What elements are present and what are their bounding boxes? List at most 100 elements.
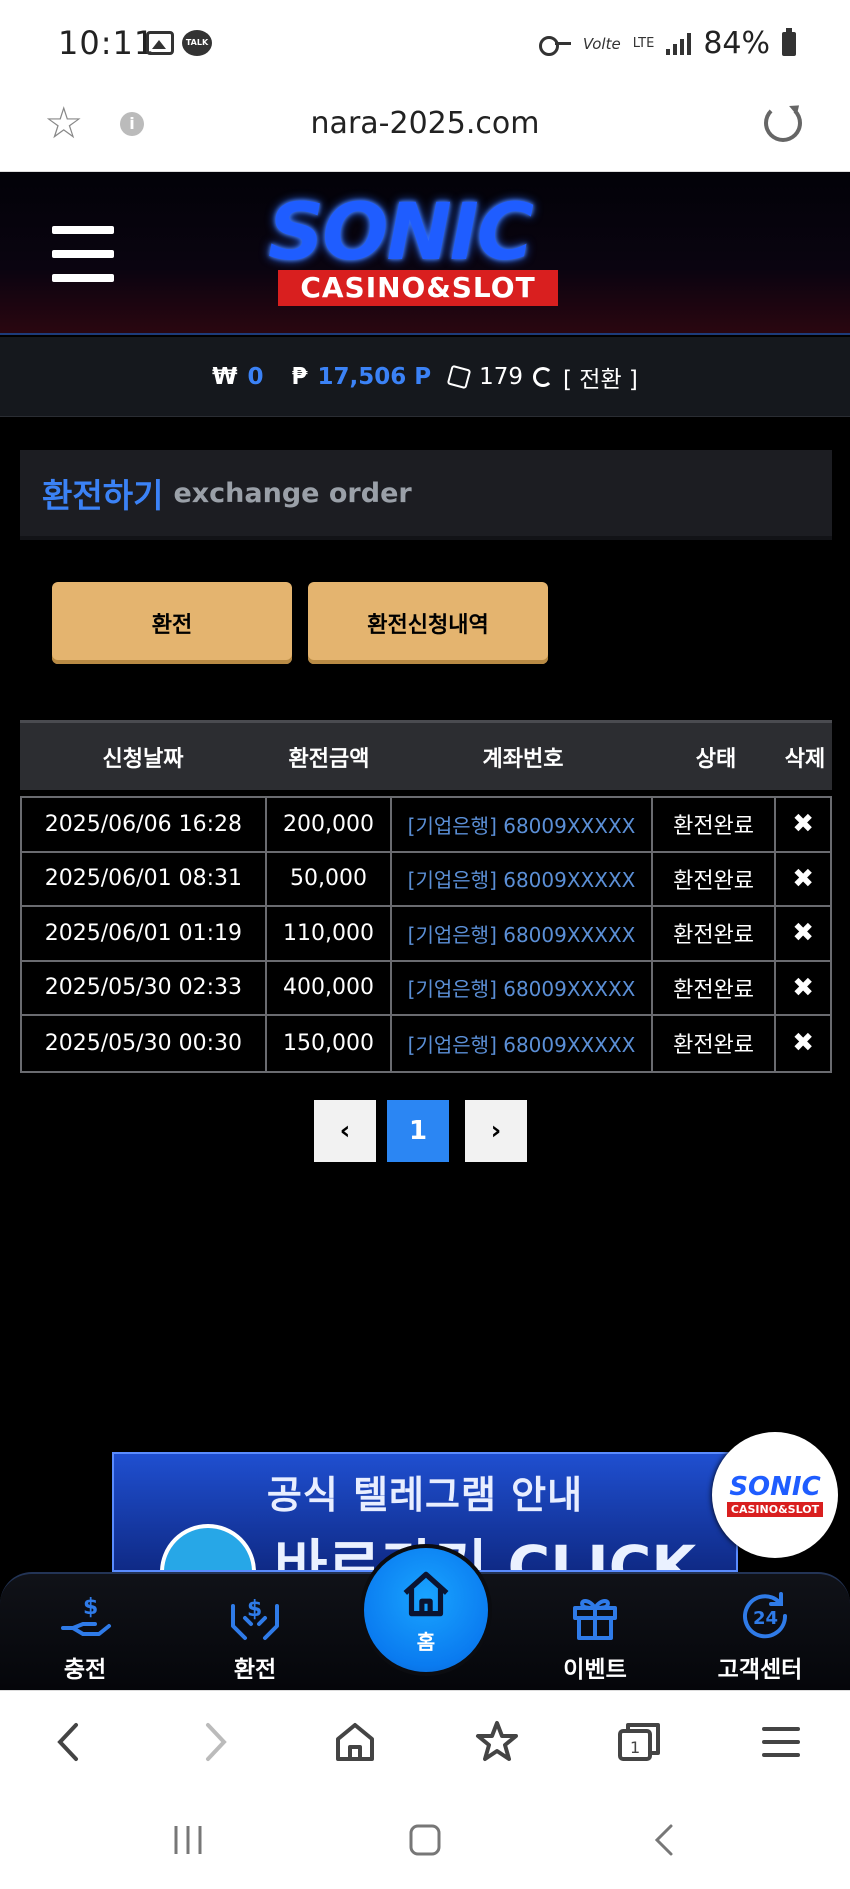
cell-account: [기업은행] 68009XXXXX: [392, 907, 653, 960]
android-nav-bar: [0, 1790, 850, 1889]
table-row: 2025/06/01 08:31 50,000 [기업은행] 68009XXXX…: [22, 852, 830, 907]
status-time: 10:11: [58, 24, 156, 62]
table-header: 신청날짜 환전금액 계좌번호 상태 삭제: [20, 720, 832, 790]
browser-bookmarks-icon[interactable]: [470, 1715, 524, 1769]
nav-deposit[interactable]: $ 충전: [30, 1588, 140, 1684]
section-title-en: exchange order: [173, 477, 412, 509]
convert-button[interactable]: [ 전환 ]: [563, 360, 638, 394]
cell-status: 환전완료: [653, 852, 777, 905]
exchange-button[interactable]: 환전: [52, 582, 292, 664]
won-symbol: ₩: [212, 363, 238, 390]
browser-toolbar: 1: [0, 1690, 850, 1790]
telegram-icon: [160, 1524, 256, 1570]
header-status: 상태: [695, 746, 737, 772]
telegram-banner-title: 공식 텔레그램 안내: [266, 1473, 584, 1517]
pagination-current-page[interactable]: 1: [387, 1100, 449, 1162]
delete-icon[interactable]: ✖: [776, 798, 830, 851]
table-row: 2025/05/30 00:30 150,000 [기업은행] 68009XXX…: [22, 1016, 830, 1071]
cell-date: 2025/06/06 16:28: [22, 798, 267, 851]
cell-status: 환전완료: [653, 907, 777, 960]
header-amount: 환전금액: [288, 746, 370, 772]
deposit-icon: $: [57, 1588, 113, 1644]
svg-text:1: 1: [630, 1738, 640, 1757]
withdraw-icon: $: [227, 1588, 283, 1644]
refresh-icon[interactable]: [533, 366, 554, 387]
nav-home-label: 홈: [416, 1629, 436, 1654]
pagination-next-button[interactable]: ›: [465, 1100, 527, 1162]
cell-amount: 110,000: [267, 907, 393, 960]
reload-icon[interactable]: [764, 104, 802, 142]
signal-icon: [666, 32, 692, 55]
nav-event[interactable]: 이벤트: [540, 1588, 650, 1684]
exchange-table: 신청날짜 환전금액 계좌번호 상태 삭제 2025/06/06 16:28 20…: [20, 720, 832, 1073]
logo-sub-text: CASINO&SLOT: [278, 270, 558, 306]
volte-indicator: Volte: [582, 34, 621, 53]
browser-home-icon[interactable]: [328, 1715, 382, 1769]
floating-logo-main: SONIC: [729, 1471, 821, 1502]
status-right: Volte LTE 84%: [538, 26, 796, 61]
cell-date: 2025/05/30 02:33: [22, 961, 267, 1014]
menu-hamburger-icon[interactable]: [52, 226, 114, 282]
cell-account: [기업은행] 68009XXXXX: [392, 961, 653, 1014]
browser-url-bar: ☆ i nara-2025.com: [0, 86, 850, 172]
nav-withdraw[interactable]: $ 환전: [200, 1588, 310, 1684]
talk-notification-icon: TALK: [182, 30, 212, 56]
browser-tabs-icon[interactable]: 1: [612, 1715, 666, 1769]
cell-amount: 150,000: [267, 1016, 393, 1071]
url-text[interactable]: nara-2025.com: [0, 106, 850, 141]
cell-status: 환전완료: [653, 1016, 777, 1071]
point-symbol: ₱: [291, 363, 308, 390]
svg-text:24: 24: [753, 1608, 778, 1629]
telegram-banner-cta: 바로가기 CLICK: [274, 1533, 697, 1572]
won-balance: 0: [247, 363, 264, 390]
cell-amount: 400,000: [267, 961, 393, 1014]
delete-icon[interactable]: ✖: [776, 853, 830, 906]
android-home-icon[interactable]: [405, 1820, 445, 1860]
recent-apps-icon[interactable]: [168, 1820, 208, 1860]
header-delete: 삭제: [784, 746, 826, 772]
cell-amount: 200,000: [267, 798, 393, 851]
header-date: 신청날짜: [102, 746, 184, 772]
svg-text:$: $: [83, 1595, 98, 1620]
battery-icon: [782, 27, 796, 56]
delete-icon[interactable]: ✖: [776, 962, 830, 1015]
table-row: 2025/05/30 02:33 400,000 [기업은행] 68009XXX…: [22, 961, 830, 1016]
chips-icon: [446, 364, 472, 389]
gallery-notification-icon: [146, 31, 174, 55]
table-body: 2025/06/06 16:28 200,000 [기업은행] 68009XXX…: [20, 796, 832, 1073]
exchange-history-button[interactable]: 환전신청내역: [308, 582, 548, 664]
vpn-key-icon: [538, 35, 571, 56]
cell-date: 2025/05/30 00:30: [22, 1016, 267, 1071]
nav-support-label: 고객센터: [717, 1657, 803, 1683]
site-logo[interactable]: SONIC CASINO&SLOT: [268, 194, 588, 314]
status-bar: 10:11 TALK Volte LTE 84%: [0, 0, 850, 86]
site-bottom-nav: $ 충전 $ 환전 홈 이벤트 24 고객센터: [0, 1544, 850, 1690]
gift-icon: [567, 1588, 623, 1644]
nav-deposit-label: 충전: [63, 1657, 107, 1683]
floating-logo-sub: CASINO&SLOT: [726, 1501, 824, 1517]
android-back-icon[interactable]: [645, 1820, 685, 1860]
cell-date: 2025/06/01 01:19: [22, 907, 267, 960]
delete-icon[interactable]: ✖: [776, 1016, 830, 1071]
chips-balance: 179: [479, 363, 524, 390]
browser-menu-icon[interactable]: [754, 1715, 808, 1769]
battery-percent: 84%: [703, 26, 770, 61]
pagination-prev-button[interactable]: ‹: [314, 1100, 376, 1162]
cell-account: [기업은행] 68009XXXXX: [392, 1016, 653, 1071]
browser-back-icon[interactable]: [42, 1715, 96, 1769]
nav-support[interactable]: 24 고객센터: [710, 1588, 820, 1684]
cell-account: [기업은행] 68009XXXXX: [392, 852, 653, 905]
cell-account: [기업은행] 68009XXXXX: [392, 798, 653, 851]
nav-home-button[interactable]: 홈: [360, 1544, 492, 1676]
cell-status: 환전완료: [653, 961, 777, 1014]
header-account: 계좌번호: [482, 746, 564, 772]
floating-logo-button[interactable]: SONIC CASINO&SLOT: [712, 1432, 838, 1558]
delete-icon[interactable]: ✖: [776, 907, 830, 960]
nav-withdraw-label: 환전: [233, 1657, 277, 1683]
balance-bar: ₩ 0 ₱ 17,506 P 179 [ 전환 ]: [0, 337, 850, 417]
section-title: 환전하기 exchange order: [20, 450, 832, 540]
point-balance: 17,506 P: [317, 363, 432, 390]
support-24-icon: 24: [737, 1588, 793, 1644]
home-icon: [403, 1571, 449, 1616]
browser-forward-icon[interactable]: [188, 1715, 242, 1769]
